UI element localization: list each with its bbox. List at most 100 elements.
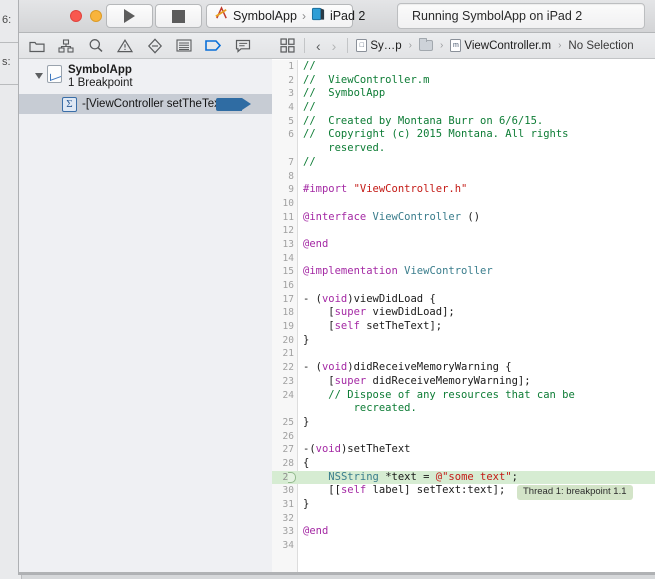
code-line[interactable]: 20} — [272, 334, 655, 348]
scheme-selector[interactable]: SymbolApp › iPad 2 — [206, 4, 365, 28]
program-counter-icon[interactable] — [288, 472, 296, 484]
close-button[interactable] — [70, 10, 82, 22]
code-line[interactable]: 21 — [272, 347, 655, 361]
code-token: @end — [303, 525, 329, 538]
code-line[interactable]: 12 — [272, 224, 655, 238]
breadcrumb-selection[interactable]: No Selection — [568, 40, 633, 52]
symbol-hierarchy-icon[interactable] — [58, 37, 75, 54]
code-line[interactable]: 5 // Created by Montana Burr on 6/6/15. — [272, 115, 655, 129]
code-editor[interactable]: 1//2// ViewController.m 3// SymbolApp 4//5… — [272, 60, 655, 574]
main-window: SymbolApp › iPad 2 Running SymbolApp on … — [18, 0, 655, 575]
breakpoint-enabled-toggle[interactable] — [216, 98, 251, 111]
code-token: self — [334, 320, 360, 333]
breadcrumb-file[interactable]: m ViewController.m — [450, 39, 551, 52]
code-line[interactable]: 4 // — [272, 101, 655, 115]
project-icon — [47, 65, 62, 83]
code-token: // SymbolApp — [303, 87, 386, 100]
code-line[interactable]: 18 [super viewDidLoad]; — [272, 306, 655, 320]
search-icon[interactable] — [87, 37, 104, 54]
code-line[interactable]: recreated. — [272, 402, 655, 416]
minimize-button[interactable] — [90, 10, 102, 22]
line-number: 24 — [282, 389, 294, 401]
code-line[interactable]: 34 — [272, 539, 655, 553]
code-line[interactable]: 16 — [272, 279, 655, 293]
code-token: @"some text" — [435, 470, 512, 483]
report-icon[interactable] — [235, 37, 252, 54]
line-number: 4 — [288, 102, 294, 114]
line-number: 8 — [288, 170, 294, 182]
line-number: 17 — [282, 293, 294, 305]
code-line[interactable]: 27 -(void)setTheText — [272, 443, 655, 457]
line-number: 19 — [282, 321, 294, 333]
code-line[interactable]: 29 NSString *text = @"some text"; — [272, 470, 655, 485]
code-token: ViewController — [404, 265, 493, 278]
breadcrumb-project[interactable]: □ Sy…p — [356, 39, 402, 52]
line-number: 33 — [282, 526, 294, 538]
code-token: recreated. — [303, 402, 417, 415]
forward-button[interactable]: › — [329, 39, 340, 53]
stop-button[interactable] — [155, 4, 202, 28]
code-line[interactable]: 24 // Dispose of any resources that can … — [272, 389, 655, 403]
folder-icon[interactable] — [28, 37, 45, 54]
line-number: 32 — [282, 512, 294, 524]
line-number: 12 — [282, 225, 294, 237]
code-line[interactable]: 2 // ViewController.m — [272, 74, 655, 88]
code-token: @end — [303, 237, 329, 250]
code-line[interactable]: 17 - (void)viewDidLoad { — [272, 293, 655, 307]
code-line[interactable]: 11 @interface ViewController () — [272, 211, 655, 225]
code-token: } — [303, 498, 310, 510]
code-line[interactable]: 7 // — [272, 156, 655, 170]
symbolic-breakpoint-icon: Σ — [62, 96, 77, 112]
code-token: [ — [303, 374, 335, 387]
code-line[interactable]: 33 @end — [272, 525, 655, 539]
code-token: label] setText:text]; — [366, 484, 506, 497]
code-token: [ — [303, 320, 335, 333]
code-line[interactable]: 8 — [272, 170, 655, 184]
run-button[interactable] — [106, 4, 153, 28]
warning-icon[interactable] — [117, 37, 134, 54]
breadcrumb-project-label: Sy…p — [370, 39, 402, 52]
breakpoint-group-row[interactable]: SymbolApp 1 Breakpoint — [19, 62, 272, 92]
code-line[interactable]: 15 @implementation ViewController — [272, 265, 655, 279]
code-token: )setTheText — [340, 443, 411, 456]
code-line[interactable]: 30 [[self label] setText:text]; Thread 1:… — [272, 484, 655, 501]
code-line[interactable]: 10 — [272, 197, 655, 211]
code-line[interactable]: 26 — [272, 430, 655, 444]
code-line[interactable]: 19 [self setTheText]; — [272, 320, 655, 334]
list-item[interactable]: Σ -[ViewController setTheText] — [19, 94, 272, 114]
code-line[interactable]: 23 [super didReceiveMemoryWarning]; — [272, 375, 655, 389]
breakpoint-icon[interactable] — [205, 37, 222, 54]
status-bar: Running SymbolApp on iPad 2 — [397, 3, 645, 29]
project-file-icon: □ — [356, 39, 368, 52]
line-number: 6 — [288, 129, 294, 141]
code-line[interactable]: 32 — [272, 512, 655, 526]
navigator-selector-bar — [19, 33, 272, 59]
status-text: Running SymbolApp on iPad 2 — [412, 9, 583, 23]
back-button[interactable]: ‹ — [313, 39, 324, 53]
test-icon[interactable] — [146, 37, 163, 54]
code-line[interactable]: 28 { — [272, 457, 655, 471]
code-line[interactable]: 6 // Copyright (c) 2015 Montana. All righ… — [272, 128, 655, 142]
code-token: // Dispose of any resources that can be — [303, 388, 575, 401]
code-line[interactable]: 1 // — [272, 60, 655, 74]
code-line[interactable]: 9 #import "ViewController.h" — [272, 183, 655, 197]
code-line[interactable]: reserved. — [272, 142, 655, 156]
breadcrumb-folder[interactable] — [419, 38, 434, 51]
code-line[interactable]: 13 @end — [272, 238, 655, 252]
chevron-down-icon[interactable] — [35, 73, 43, 79]
code-token: } — [303, 333, 310, 346]
related-items-icon[interactable] — [279, 37, 296, 54]
scheme-name: SymbolApp — [233, 9, 297, 23]
source-code[interactable]: 1//2// ViewController.m 3// SymbolApp 4//5… — [272, 60, 655, 574]
code-line[interactable]: 31} — [272, 498, 655, 512]
code-line[interactable]: 22 - (void)didReceiveMemoryWarning { — [272, 361, 655, 375]
code-line[interactable]: 25} — [272, 416, 655, 430]
breakpoint-label: -[ViewController setTheText] — [82, 98, 227, 110]
code-token: void — [321, 361, 348, 374]
code-line[interactable]: 14 — [272, 252, 655, 266]
code-token: *text = — [378, 470, 436, 483]
debug-icon[interactable] — [176, 37, 193, 54]
breakpoint-navigator-list: SymbolApp 1 Breakpoint Σ -[ViewControlle… — [19, 59, 272, 573]
line-number: 18 — [282, 307, 294, 319]
code-line[interactable]: 3 // SymbolApp — [272, 87, 655, 101]
